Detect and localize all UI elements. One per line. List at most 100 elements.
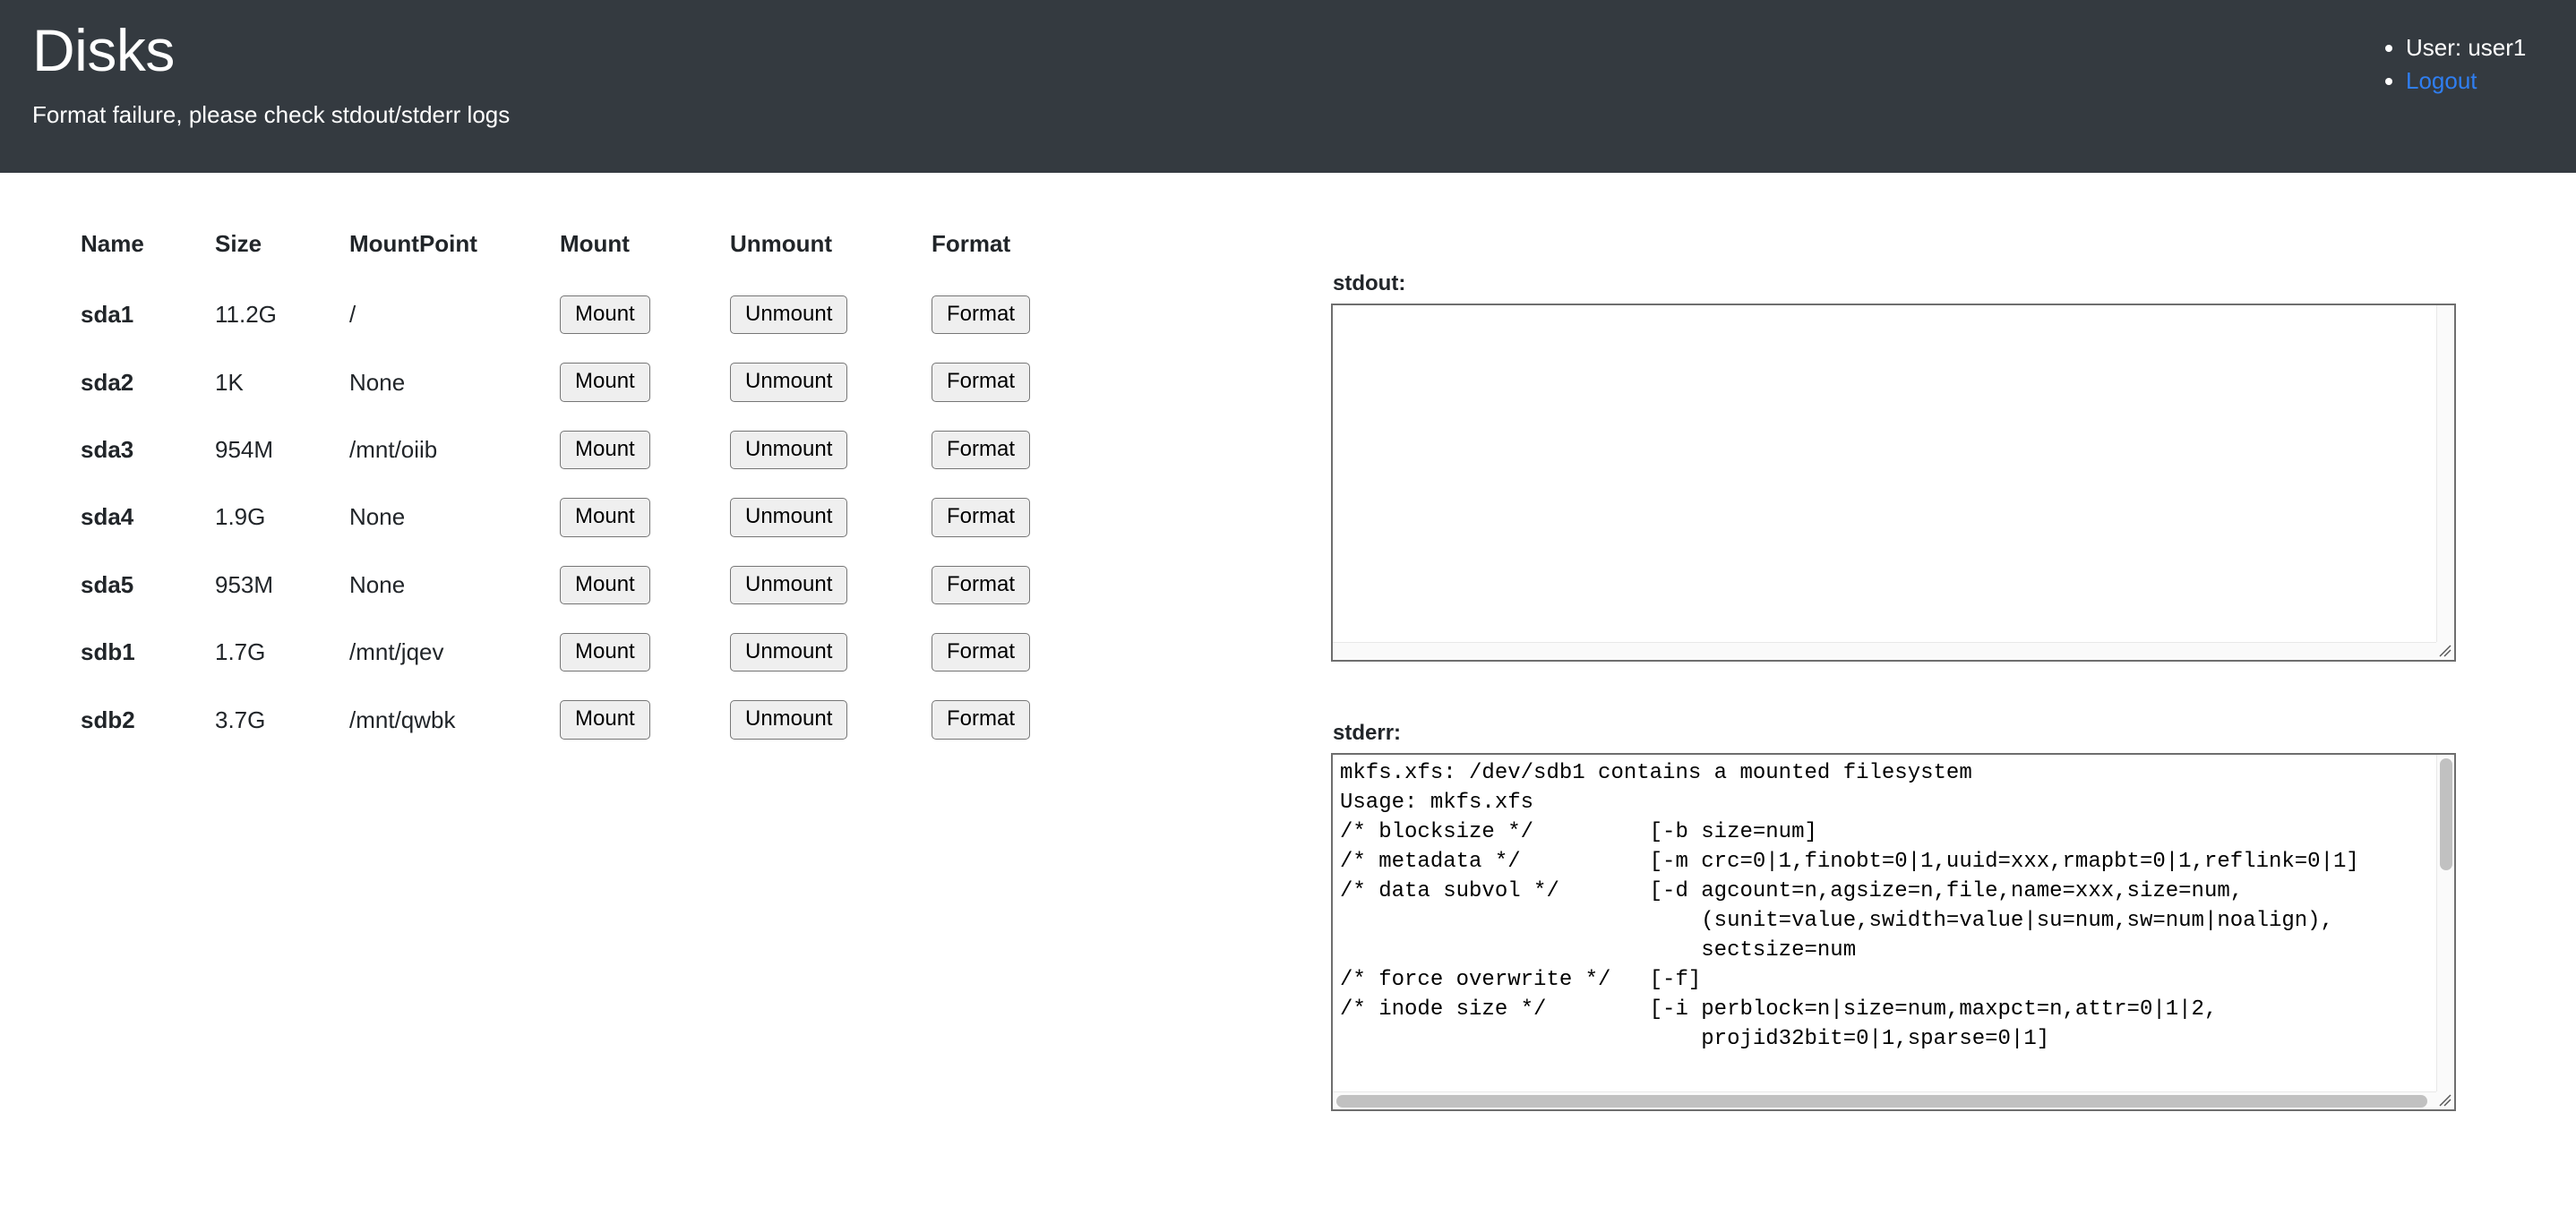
cell-unmount-action: Unmount — [730, 619, 932, 686]
mount-button[interactable]: Mount — [560, 363, 650, 402]
unmount-button[interactable]: Unmount — [730, 565, 848, 604]
mount-button[interactable]: Mount — [560, 498, 650, 537]
cell-mount-action: Mount — [560, 619, 730, 686]
cell-size: 1K — [215, 368, 244, 396]
cell-mountpoint: /mnt/jqev — [349, 638, 444, 666]
disks-table-body: sda1 11.2G / Mount Unmount Format sda2 1K None Mo… — [81, 281, 1111, 754]
cell-name: sda4 — [81, 503, 134, 531]
format-button[interactable]: Format — [932, 632, 1031, 672]
cell-format-action: Format — [932, 619, 1111, 686]
format-button[interactable]: Format — [932, 430, 1031, 470]
cell-name: sda5 — [81, 570, 134, 598]
cell-unmount-action: Unmount — [730, 348, 932, 415]
mount-button[interactable]: Mount — [560, 632, 650, 672]
cell-unmount-action: Unmount — [730, 686, 932, 753]
table-row: sdb2 3.7G/mnt/qwbk Mount Unmount Format — [81, 686, 1111, 753]
cell-mountpoint: / — [349, 301, 356, 329]
logout-link[interactable]: Logout — [2406, 67, 2477, 94]
stderr-horizontal-scrollbar[interactable] — [1333, 1091, 2436, 1109]
column-header-format: Format — [932, 230, 1011, 257]
cell-mount-action: Mount — [560, 416, 730, 483]
page-body: Name Size MountPoint Mount Unmount Forma… — [0, 173, 2576, 1170]
cell-mountpoint: None — [349, 503, 406, 531]
table-row: sda4 1.9G None Mount Unmount Format — [81, 483, 1111, 551]
cell-format-action: Format — [932, 483, 1111, 551]
mount-button[interactable]: Mount — [560, 700, 650, 740]
cell-name: sdb2 — [81, 706, 135, 733]
stderr-text: mkfs.xfs: /dev/sdb1 contains a mounted f… — [1340, 761, 2359, 1051]
stdout-vertical-scrollbar[interactable] — [2436, 305, 2454, 642]
table-row: sda3 954M/mnt/oiib Mount Unmount Format — [81, 416, 1111, 483]
format-button[interactable]: Format — [932, 363, 1031, 402]
stdout-group: stdout: — [1331, 271, 2456, 662]
cell-size: 1.7G — [215, 638, 266, 666]
cell-size: 953M — [215, 570, 274, 598]
output-pane: stdout: stderr: mkfs.xfs: /dev/sdb1 cont… — [1315, 173, 2576, 1170]
cell-mount-action: Mount — [560, 483, 730, 551]
user-label-item: User: user1 — [2406, 32, 2544, 64]
unmount-button[interactable]: Unmount — [730, 430, 848, 470]
stderr-textarea[interactable]: mkfs.xfs: /dev/sdb1 contains a mounted f… — [1331, 753, 2456, 1111]
mount-button[interactable]: Mount — [560, 565, 650, 604]
logout-item[interactable]: Logout — [2406, 65, 2544, 97]
stdout-text — [1333, 305, 2436, 642]
table-row: sda1 11.2G / Mount Unmount Format — [81, 281, 1111, 348]
user-label: User: user1 — [2406, 34, 2527, 61]
cell-name: sdb1 — [81, 638, 135, 666]
user-nav: User: user1 Logout — [2383, 32, 2544, 98]
cell-mount-action: Mount — [560, 281, 730, 348]
column-header-name: Name — [81, 230, 144, 257]
cell-mountpoint: /mnt/qwbk — [349, 706, 456, 733]
stderr-group: stderr: mkfs.xfs: /dev/sdb1 contains a m… — [1331, 721, 2456, 1111]
header-titles: Disks Format failure, please check stdou… — [32, 17, 511, 129]
cell-size: 3.7G — [215, 706, 266, 733]
cell-format-action: Format — [932, 686, 1111, 753]
format-button[interactable]: Format — [932, 498, 1031, 537]
disks-pane: Name Size MountPoint Mount Unmount Forma… — [0, 173, 1315, 754]
cell-size: 1.9G — [215, 503, 266, 531]
column-header-size: Size — [215, 230, 262, 257]
status-message: Format failure, please check stdout/stde… — [32, 101, 511, 129]
stdout-scrollbar-corner — [2436, 642, 2454, 660]
format-button[interactable]: Format — [932, 295, 1031, 335]
cell-format-action: Format — [932, 552, 1111, 619]
unmount-button[interactable]: Unmount — [730, 295, 848, 335]
page-header: Disks Format failure, please check stdou… — [0, 0, 2576, 173]
unmount-button[interactable]: Unmount — [730, 363, 848, 402]
stdout-textarea[interactable] — [1331, 304, 2456, 662]
cell-unmount-action: Unmount — [730, 483, 932, 551]
format-button[interactable]: Format — [932, 700, 1031, 740]
format-button[interactable]: Format — [932, 565, 1031, 604]
cell-mountpoint: /mnt/oiib — [349, 435, 438, 463]
cell-name: sda1 — [81, 301, 134, 329]
cell-size: 954M — [215, 435, 274, 463]
cell-unmount-action: Unmount — [730, 552, 932, 619]
mount-button[interactable]: Mount — [560, 430, 650, 470]
cell-format-action: Format — [932, 416, 1111, 483]
stderr-vertical-scrollbar[interactable] — [2436, 755, 2454, 1091]
cell-mountpoint: None — [349, 570, 406, 598]
column-header-unmount: Unmount — [730, 230, 833, 257]
cell-unmount-action: Unmount — [730, 281, 932, 348]
unmount-button[interactable]: Unmount — [730, 498, 848, 537]
table-row: sda5 953M None Mount Unmount Format — [81, 552, 1111, 619]
page-title: Disks — [32, 17, 175, 83]
mount-button[interactable]: Mount — [560, 295, 650, 335]
cell-size: 11.2G — [215, 301, 277, 329]
stderr-scrollbar-corner — [2436, 1091, 2454, 1109]
stderr-vertical-scroll-thumb[interactable] — [2440, 758, 2452, 870]
column-header-mountpoint: MountPoint — [349, 230, 477, 257]
stderr-horizontal-scroll-thumb[interactable] — [1336, 1095, 2427, 1108]
unmount-button[interactable]: Unmount — [730, 632, 848, 672]
cell-mount-action: Mount — [560, 686, 730, 753]
cell-mountpoint: None — [349, 368, 406, 396]
cell-format-action: Format — [932, 348, 1111, 415]
disks-table-head: Name Size MountPoint Mount Unmount Forma… — [81, 230, 1111, 281]
cell-name: sda2 — [81, 368, 134, 396]
unmount-button[interactable]: Unmount — [730, 700, 848, 740]
cell-format-action: Format — [932, 281, 1111, 348]
stdout-horizontal-scrollbar[interactable] — [1333, 642, 2436, 660]
disks-table: Name Size MountPoint Mount Unmount Forma… — [81, 230, 1111, 754]
cell-mount-action: Mount — [560, 348, 730, 415]
column-header-mount: Mount — [560, 230, 630, 257]
